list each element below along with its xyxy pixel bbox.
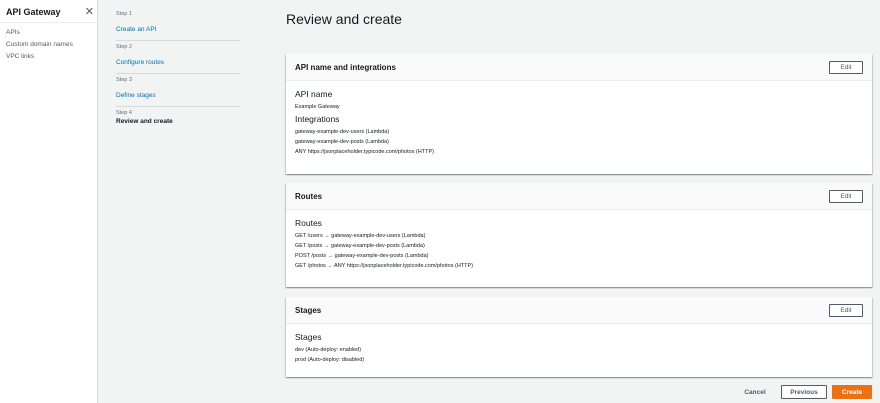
wizard-steps: Step 1 Create an API Step 2 Configure ro… [116, 8, 240, 140]
integration-item: gateway-example-dev-posts (Lambda) [295, 139, 389, 145]
card-header: API name and integrations Edit [286, 54, 872, 81]
sidebar-nav: APIs Custom domain names VPC links [6, 27, 73, 63]
sidebar: API Gateway ✕ APIs Custom domain names V… [0, 0, 98, 403]
routes-heading: Routes [295, 218, 322, 228]
stages-heading: Stages [295, 332, 322, 342]
wizard-step-3: Step 3 Define stages [116, 74, 240, 107]
route-item: GET /photos → ANY https://jsonplaceholde… [295, 263, 474, 269]
edit-stages-button[interactable]: Edit [829, 303, 863, 317]
routes-card: Routes Edit Routes GET /users → gateway-… [286, 183, 872, 287]
card-body: Stages dev (Auto-deploy: enabled) prod (… [286, 324, 872, 365]
api-name-value: Example Gateway [295, 104, 340, 110]
route-item: POST /posts → gateway-example-dev-posts … [295, 253, 429, 259]
sidebar-item-vpc-links[interactable]: VPC links [6, 51, 73, 63]
integration-item: ANY https://jsonplaceholder.typicode.com… [295, 149, 434, 155]
sidebar-header: API Gateway ✕ [6, 4, 94, 20]
edit-routes-button[interactable]: Edit [829, 189, 863, 203]
step-link-create-api[interactable]: Create an API [116, 26, 156, 33]
step-number: Step 4 [116, 110, 132, 116]
step-link-define-stages[interactable]: Define stages [116, 92, 156, 99]
previous-button[interactable]: Previous [781, 385, 827, 399]
card-header: Stages Edit [286, 297, 872, 324]
card-body: Routes GET /users → gateway-example-dev-… [286, 210, 872, 271]
step-current-review-create: Review and create [116, 118, 173, 125]
sidebar-item-apis[interactable]: APIs [6, 27, 73, 39]
api-integrations-card: API name and integrations Edit API name … [286, 54, 872, 174]
route-item: GET /users → gateway-example-dev-users (… [295, 233, 426, 239]
card-body: API name Example Gateway Integrations ga… [286, 81, 872, 157]
card-header: Routes Edit [286, 183, 872, 210]
stages-card: Stages Edit Stages dev (Auto-deploy: ena… [286, 297, 872, 377]
route-item: GET /posts → gateway-example-dev-posts (… [295, 243, 425, 249]
close-icon[interactable]: ✕ [85, 6, 94, 18]
card-title: Stages [295, 305, 322, 315]
step-link-configure-routes[interactable]: Configure routes [116, 59, 164, 66]
api-name-heading: API name [295, 89, 333, 99]
stage-item: dev (Auto-deploy: enabled) [295, 347, 362, 353]
cancel-button[interactable]: Cancel [737, 385, 773, 399]
sidebar-divider [0, 22, 97, 23]
edit-api-button[interactable]: Edit [829, 60, 863, 74]
card-title: API name and integrations [295, 62, 396, 72]
wizard-step-1: Step 1 Create an API [116, 8, 240, 41]
integrations-heading: Integrations [295, 114, 340, 124]
page-title: Review and create [286, 11, 402, 27]
wizard-step-2: Step 2 Configure routes [116, 41, 240, 74]
create-button[interactable]: Create [832, 385, 872, 399]
wizard-step-4: Step 4 Review and create [116, 107, 240, 140]
form-actions: Cancel Previous Create [737, 385, 872, 399]
step-number: Step 1 [116, 11, 132, 17]
sidebar-title: API Gateway [6, 7, 61, 17]
stage-item: prod (Auto-deploy: disabled) [295, 357, 365, 363]
integration-item: gateway-example-dev-users (Lambda) [295, 129, 390, 135]
sidebar-item-custom-domain-names[interactable]: Custom domain names [6, 39, 73, 51]
step-number: Step 3 [116, 77, 132, 83]
step-number: Step 2 [116, 44, 132, 50]
card-title: Routes [295, 191, 323, 201]
